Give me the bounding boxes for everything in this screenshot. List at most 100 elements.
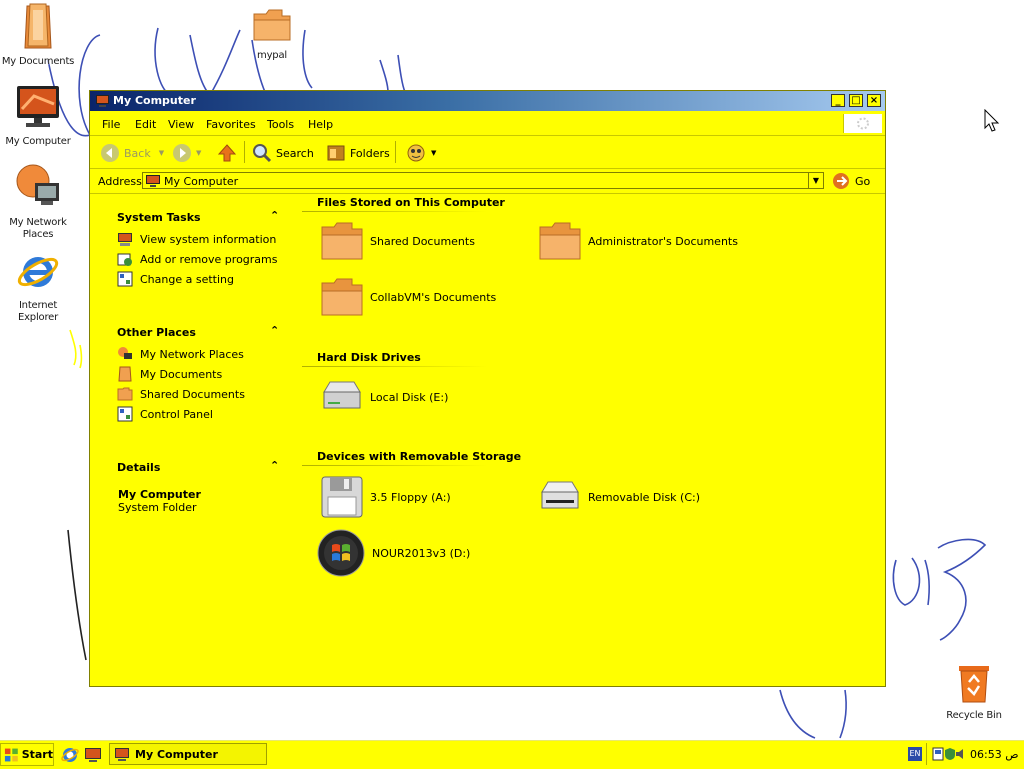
details-header[interactable]: Details <box>117 461 160 474</box>
address-value: My Computer <box>164 175 239 188</box>
menu-view[interactable]: View <box>168 118 194 131</box>
taskbar-button-my-computer[interactable]: My Computer <box>109 743 267 765</box>
mouse-cursor-icon <box>984 109 1000 132</box>
folders-button[interactable]: Folders <box>326 143 390 163</box>
network-places-icon <box>16 164 59 205</box>
language-label: EN <box>909 749 921 758</box>
language-indicator[interactable]: EN <box>908 747 922 761</box>
show-desktop-icon[interactable] <box>84 746 102 764</box>
go-arrow-icon <box>833 173 849 189</box>
system-tasks-header[interactable]: System Tasks <box>117 211 201 224</box>
views-button[interactable]: ▼ <box>405 143 436 163</box>
task-label: View system information <box>140 232 277 246</box>
internet-explorer-icon[interactable] <box>61 746 79 764</box>
views-icon <box>407 144 425 162</box>
task-label: Change a setting <box>140 272 234 286</box>
windows-dvd-icon <box>317 529 365 577</box>
folder-icon <box>253 9 291 41</box>
floppy-drive-icon <box>321 476 363 518</box>
item-label: CollabVM's Documents <box>370 290 497 304</box>
network-places-icon <box>118 347 132 359</box>
item-label: Removable Disk (C:) <box>588 490 701 504</box>
group-divider <box>302 211 487 212</box>
desktop-icon-label: mypal <box>257 50 287 61</box>
other-places-header[interactable]: Other Places <box>117 326 196 339</box>
desktop-icon-recycle-bin[interactable]: Recycle Bin <box>936 660 1012 722</box>
item-removable-disk-c[interactable]: Removable Disk (C:) <box>538 478 700 516</box>
forward-button[interactable]: ▼ <box>172 143 201 163</box>
task-view-system-information[interactable]: View system information <box>117 231 276 247</box>
place-control-panel[interactable]: Control Panel <box>117 406 213 422</box>
desktop-icon-my-network-places[interactable]: My Network Places <box>0 163 76 241</box>
windows-throbber <box>843 114 882 133</box>
minimize-button[interactable]: _ <box>831 94 845 107</box>
removable-drive-icon <box>541 481 579 509</box>
item-nour2013v3-d[interactable]: NOUR2013v3 (D:) <box>316 528 470 578</box>
clock-ampm: ص <box>1005 748 1019 761</box>
details-name: My Computer <box>118 488 201 501</box>
chevron-down-icon: ▼ <box>158 149 165 157</box>
task-add-remove-programs[interactable]: Add or remove programs <box>117 251 278 267</box>
desktop-icon-my-documents[interactable]: My Documents <box>0 2 76 68</box>
item-floppy-a[interactable]: 3.5 Floppy (A:) <box>320 475 451 519</box>
item-label: Administrator's Documents <box>588 234 738 248</box>
network-tray-icon[interactable] <box>932 747 944 761</box>
folder-icon <box>321 278 363 316</box>
computer-monitor-icon <box>96 95 109 107</box>
up-arrow-icon <box>217 144 237 162</box>
folder-icon <box>117 387 133 401</box>
go-button[interactable]: Go <box>832 172 870 190</box>
back-arrow-icon <box>101 144 119 162</box>
up-folder-button[interactable] <box>217 143 237 163</box>
computer-monitor-icon <box>146 175 160 187</box>
item-collabvms-documents[interactable]: CollabVM's Documents <box>320 277 496 317</box>
menu-favorites[interactable]: Favorites <box>206 118 256 131</box>
desktop-icon-label: My Computer <box>5 136 71 147</box>
collapse-chevron-icon[interactable]: ⌃ <box>270 459 279 472</box>
place-my-documents[interactable]: My Documents <box>117 366 222 382</box>
item-administrators-documents[interactable]: Administrator's Documents <box>538 221 738 261</box>
clock[interactable]: 06:53 ص <box>970 748 1019 761</box>
taskbar: Start My Computer EN 06:53 ص <box>0 740 1024 769</box>
item-shared-documents[interactable]: Shared Documents <box>320 221 475 261</box>
start-label: Start <box>21 748 53 761</box>
menu-file[interactable]: File <box>102 118 120 131</box>
my-computer-window: My Computer _ □ × File Edit View Favorit… <box>89 90 886 687</box>
collapse-chevron-icon[interactable]: ⌃ <box>270 324 279 337</box>
task-change-setting[interactable]: Change a setting <box>117 271 234 287</box>
toolbar-separator <box>395 141 396 163</box>
place-my-network-places[interactable]: My Network Places <box>117 346 244 362</box>
window-titlebar[interactable]: My Computer _ □ × <box>90 91 885 111</box>
menu-edit[interactable]: Edit <box>135 118 156 131</box>
toolbar-separator <box>244 141 245 163</box>
menu-tools[interactable]: Tools <box>267 118 294 131</box>
close-button[interactable]: × <box>867 94 881 107</box>
address-label: Address <box>98 175 142 188</box>
address-field[interactable]: My Computer ▼ <box>142 172 824 189</box>
menu-help[interactable]: Help <box>308 118 333 131</box>
desktop-icon-mypal[interactable]: mypal <box>234 6 310 62</box>
search-button[interactable]: Search <box>252 143 314 163</box>
computer-monitor-icon <box>17 86 59 127</box>
desktop-icon-my-computer[interactable]: My Computer <box>0 84 76 148</box>
back-label: Back <box>124 146 151 160</box>
place-label: Shared Documents <box>140 387 245 401</box>
desktop-icon-internet-explorer[interactable]: Internet Explorer <box>0 250 76 324</box>
collapse-chevron-icon[interactable]: ⌃ <box>270 209 279 222</box>
volume-tray-icon[interactable] <box>955 747 967 761</box>
maximize-button[interactable]: □ <box>849 94 863 107</box>
place-label: Control Panel <box>140 407 213 421</box>
start-button[interactable]: Start <box>0 743 54 766</box>
group-divider <box>302 366 487 367</box>
item-label: 3.5 Floppy (A:) <box>370 490 451 504</box>
my-documents-icon <box>118 366 132 382</box>
add-remove-programs-icon <box>117 253 132 266</box>
windows-logo-icon <box>857 117 869 130</box>
back-button[interactable]: Back ▼ <box>100 143 164 163</box>
folder-icon <box>321 222 363 260</box>
address-dropdown-button[interactable]: ▼ <box>808 173 823 188</box>
item-local-disk-e[interactable]: Local Disk (E:) <box>320 378 448 416</box>
folder-icon <box>539 222 581 260</box>
place-shared-documents[interactable]: Shared Documents <box>117 386 245 402</box>
chevron-down-icon: ▼ <box>196 149 202 157</box>
